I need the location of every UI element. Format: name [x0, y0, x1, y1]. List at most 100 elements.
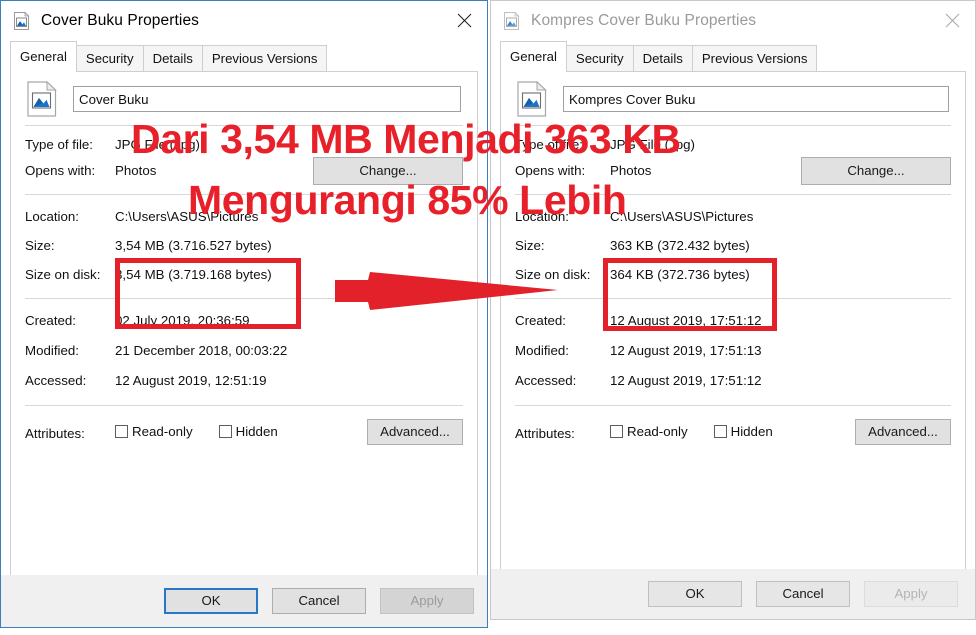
- apply-button[interactable]: Apply: [380, 588, 474, 614]
- window-title: Kompres Cover Buku Properties: [531, 11, 757, 29]
- tab-details[interactable]: Details: [142, 45, 203, 72]
- row-size: Size: 3,54 MB (3.716.527 bytes): [11, 238, 477, 253]
- checkbox-box-hidden[interactable]: [713, 425, 727, 438]
- attributes-label: Attributes:: [515, 426, 575, 441]
- checkbox-box-hidden[interactable]: [218, 425, 232, 438]
- row-modified: Modified: 21 December 2018, 00:03:22: [11, 343, 477, 358]
- accessed-label: Accessed:: [515, 373, 577, 388]
- advanced-button[interactable]: Advanced...: [367, 419, 463, 445]
- divider-3: [515, 298, 951, 299]
- close-icon[interactable]: [929, 1, 975, 39]
- file-header-row: Kompres Cover Buku: [501, 72, 965, 117]
- readonly-checkbox[interactable]: Read-only: [115, 424, 193, 439]
- created-value: 02 July 2019, 20:36:59: [115, 313, 250, 328]
- checkbox-box-readonly[interactable]: [115, 425, 128, 438]
- properties-window-kompres-cover-buku[interactable]: Kompres Cover Buku Properties General Se…: [490, 0, 976, 620]
- image-file-icon: [503, 11, 521, 30]
- tab-previous-versions[interactable]: Previous Versions: [691, 45, 818, 72]
- type-of-file-value: JPG File (.jpg): [115, 137, 200, 152]
- titlebar-left: Cover Buku Properties: [1, 1, 487, 40]
- cancel-button[interactable]: Cancel: [272, 588, 366, 614]
- divider-3: [25, 298, 463, 299]
- row-size-on-disk: Size on disk: 364 KB (372.736 bytes): [501, 267, 965, 282]
- size-label: Size:: [25, 238, 55, 253]
- row-type-of-file: Type of file: JPG File (.jpg): [501, 137, 965, 152]
- image-file-icon-large: [517, 81, 551, 117]
- filename-input[interactable]: Cover Buku: [73, 86, 461, 112]
- divider-2: [515, 194, 951, 195]
- type-of-file-value: JPG File (.jpg): [610, 137, 695, 152]
- tab-details[interactable]: Details: [632, 45, 693, 72]
- properties-window-cover-buku[interactable]: Cover Buku Properties General Security D…: [0, 0, 488, 628]
- window-title: Cover Buku Properties: [41, 11, 200, 29]
- ok-button[interactable]: OK: [164, 588, 258, 614]
- row-created: Created: 12 August 2019, 17:51:12: [501, 313, 965, 328]
- size-label: Size:: [515, 238, 545, 253]
- close-icon[interactable]: [441, 1, 487, 39]
- hidden-checkbox[interactable]: Hidden: [713, 424, 773, 439]
- tab-general[interactable]: General: [10, 41, 77, 72]
- size-on-disk-value: 364 KB (372.736 bytes): [610, 267, 750, 282]
- row-opens-with: Opens with: Photos Change...: [11, 157, 477, 185]
- created-value: 12 August 2019, 17:51:12: [610, 313, 762, 328]
- location-value: C:\Users\ASUS\Pictures: [115, 209, 259, 224]
- checkbox-box-readonly[interactable]: [610, 425, 623, 438]
- advanced-button[interactable]: Advanced...: [855, 419, 951, 445]
- row-modified: Modified: 12 August 2019, 17:51:13: [501, 343, 965, 358]
- attributes-label: Attributes:: [25, 426, 85, 441]
- divider-1: [25, 125, 463, 126]
- readonly-label: Read-only: [132, 424, 193, 439]
- titlebar-right: Kompres Cover Buku Properties: [491, 1, 975, 40]
- size-on-disk-label: Size on disk:: [515, 267, 591, 282]
- row-accessed: Accessed: 12 August 2019, 12:51:19: [11, 373, 477, 388]
- size-on-disk-label: Size on disk:: [25, 267, 101, 282]
- created-label: Created:: [25, 313, 76, 328]
- filename-input[interactable]: Kompres Cover Buku: [563, 86, 949, 112]
- type-of-file-label: Type of file:: [515, 137, 583, 152]
- row-opens-with: Opens with: Photos Change...: [501, 157, 965, 185]
- tab-security[interactable]: Security: [565, 45, 634, 72]
- row-attributes: Attributes: Read-only Hidden Advanced...: [501, 419, 965, 445]
- hidden-label: Hidden: [235, 424, 278, 439]
- modified-value: 21 December 2018, 00:03:22: [115, 343, 288, 358]
- row-type-of-file: Type of file: JPG File (.jpg): [11, 137, 477, 152]
- tabpage-general-right: Kompres Cover Buku Type of file: JPG Fil…: [500, 71, 966, 599]
- opens-with-label: Opens with:: [25, 163, 96, 178]
- modified-label: Modified:: [25, 343, 79, 358]
- row-size-on-disk: Size on disk: 3,54 MB (3.719.168 bytes): [11, 267, 477, 282]
- row-created: Created: 02 July 2019, 20:36:59: [11, 313, 477, 328]
- tab-general[interactable]: General: [500, 41, 567, 72]
- opens-with-label: Opens with:: [515, 163, 586, 178]
- accessed-value: 12 August 2019, 12:51:19: [115, 373, 267, 388]
- type-of-file-label: Type of file:: [25, 137, 93, 152]
- tabpage-general-left: Cover Buku Type of file: JPG File (.jpg)…: [10, 71, 478, 603]
- hidden-checkbox[interactable]: Hidden: [218, 424, 278, 439]
- ok-button[interactable]: OK: [648, 581, 742, 607]
- accessed-label: Accessed:: [25, 373, 87, 388]
- cancel-button[interactable]: Cancel: [756, 581, 850, 607]
- tabstrip-left: General Security Details Previous Versio…: [10, 41, 478, 72]
- apply-button[interactable]: Apply: [864, 581, 958, 607]
- size-value: 3,54 MB (3.716.527 bytes): [115, 238, 272, 253]
- size-on-disk-value: 3,54 MB (3.719.168 bytes): [115, 267, 272, 282]
- row-location: Location: C:\Users\ASUS\Pictures: [11, 209, 477, 224]
- readonly-label: Read-only: [627, 424, 688, 439]
- footer-right: OK Cancel Apply: [491, 569, 975, 619]
- tab-security[interactable]: Security: [75, 45, 144, 72]
- readonly-checkbox[interactable]: Read-only: [610, 424, 688, 439]
- row-size: Size: 363 KB (372.432 bytes): [501, 238, 965, 253]
- divider-1: [515, 125, 951, 126]
- change-button[interactable]: Change...: [801, 157, 951, 185]
- change-button[interactable]: Change...: [313, 157, 463, 185]
- tabstrip-right: General Security Details Previous Versio…: [500, 41, 966, 72]
- file-header-row: Cover Buku: [11, 72, 477, 117]
- tab-previous-versions[interactable]: Previous Versions: [201, 45, 328, 72]
- image-file-icon-large: [27, 81, 61, 117]
- divider-4: [25, 405, 463, 406]
- created-label: Created:: [515, 313, 566, 328]
- accessed-value: 12 August 2019, 17:51:12: [610, 373, 762, 388]
- modified-value: 12 August 2019, 17:51:13: [610, 343, 762, 358]
- location-label: Location:: [25, 209, 79, 224]
- size-value: 363 KB (372.432 bytes): [610, 238, 750, 253]
- location-value: C:\Users\ASUS\Pictures: [610, 209, 754, 224]
